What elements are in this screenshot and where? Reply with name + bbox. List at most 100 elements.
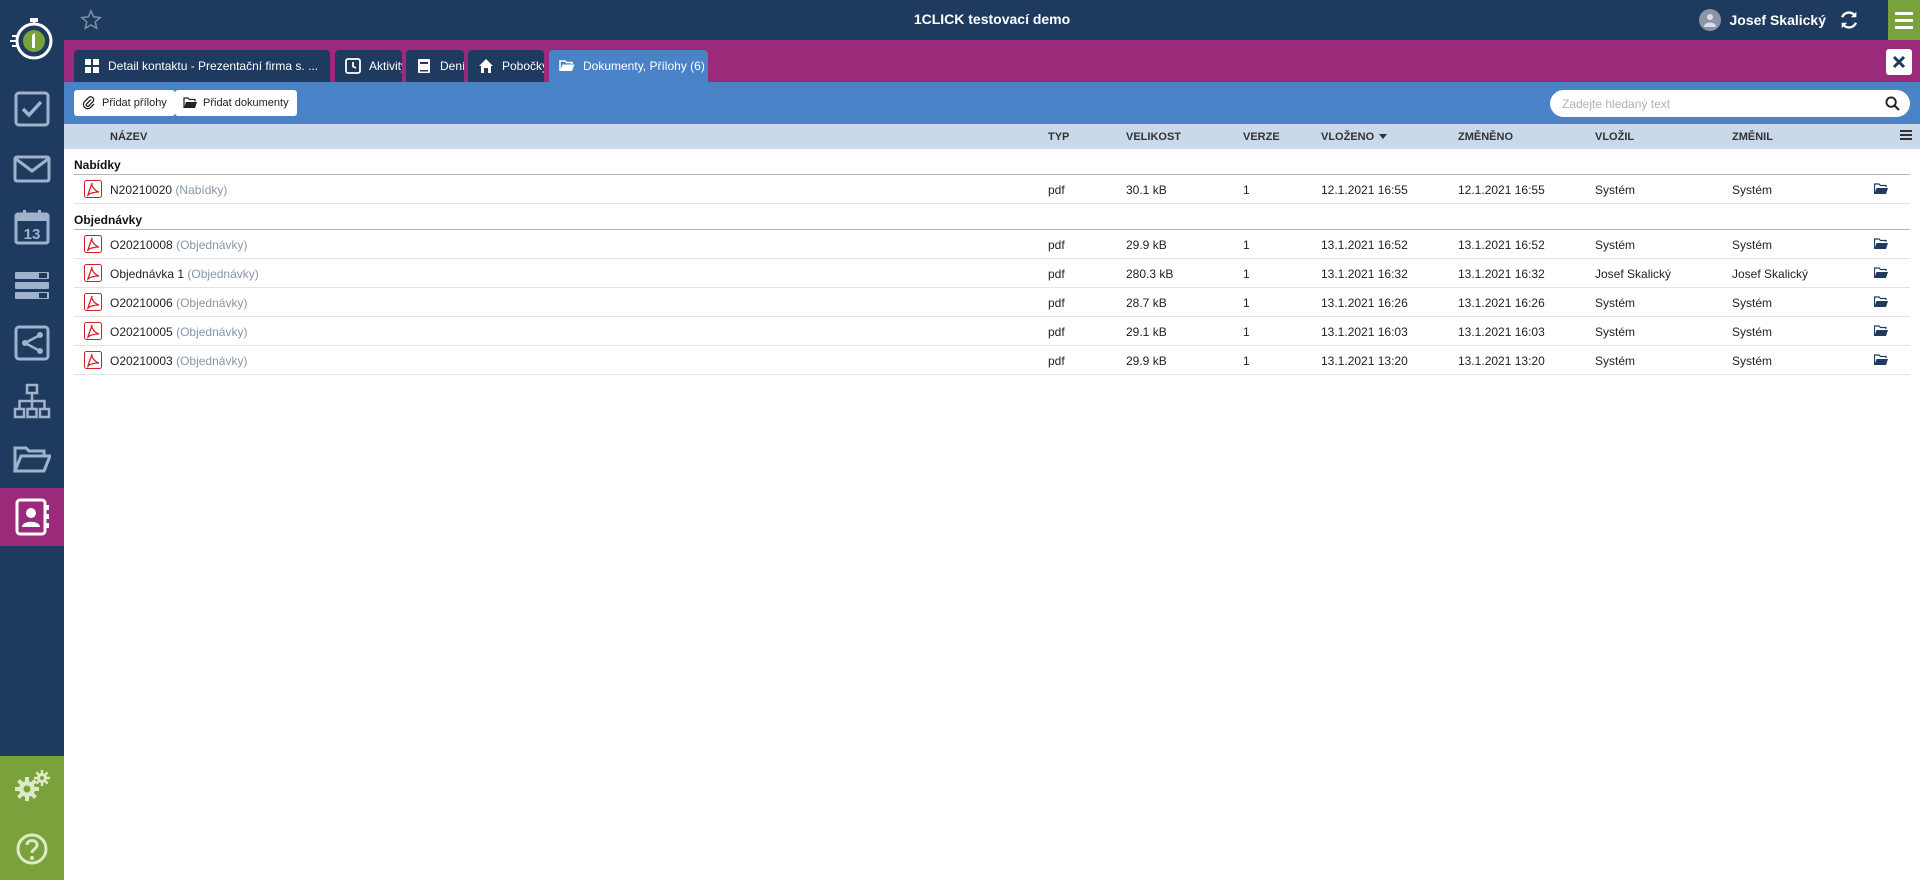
- cell-inserted-by: Josef Skalický: [1595, 267, 1672, 281]
- org-chart-icon: [13, 383, 51, 419]
- avatar-icon: [1704, 14, 1717, 27]
- sidebar-item-org[interactable]: [0, 372, 64, 430]
- add-documents-button[interactable]: Přidat dokumenty: [175, 90, 297, 116]
- table-row[interactable]: O20210006 (Objednávky) pdf 28.7 kB 1 13.…: [74, 288, 1910, 317]
- help-button[interactable]: [0, 820, 64, 878]
- cell-changed-by: Systém: [1732, 354, 1773, 368]
- open-folder-icon[interactable]: [1874, 267, 1888, 279]
- column-menu-icon[interactable]: [1900, 130, 1912, 142]
- open-folder-icon[interactable]: [1874, 354, 1888, 366]
- document-name[interactable]: O20210008 (Objednávky): [110, 238, 247, 252]
- open-folder-icon[interactable]: [1874, 296, 1888, 308]
- group-title: Objednávky: [74, 213, 143, 227]
- document-category: (Objednávky): [176, 325, 248, 339]
- settings-button[interactable]: [0, 758, 64, 816]
- cell-type: pdf: [1048, 296, 1065, 310]
- open-folder-icon[interactable]: [1874, 183, 1888, 195]
- cell-changed-by: Systém: [1732, 325, 1773, 339]
- table-row[interactable]: Objednávka 1 (Objednávky) pdf 280.3 kB 1…: [74, 259, 1910, 288]
- cell-version: 1: [1243, 354, 1250, 368]
- sidebar-item-documents[interactable]: [0, 430, 64, 488]
- sidebar-item-lists[interactable]: [0, 256, 64, 314]
- column-header-changed-by[interactable]: ZMĚNIL: [1732, 131, 1773, 143]
- close-icon: [1892, 55, 1906, 69]
- document-name[interactable]: N20210020 (Nabídky): [110, 183, 227, 197]
- sidebar: 13: [0, 0, 64, 880]
- stopwatch-logo-icon: [10, 18, 53, 60]
- refresh-icon[interactable]: [1838, 9, 1860, 31]
- cell-version: 1: [1243, 296, 1250, 310]
- pdf-icon: [84, 235, 102, 253]
- user-menu[interactable]: Josef Skalický: [1699, 8, 1860, 32]
- cell-inserted-by: Systém: [1595, 325, 1636, 339]
- cell-inserted: 13.1.2021 16:03: [1321, 325, 1408, 339]
- search-input[interactable]: [1562, 90, 1872, 117]
- tab-branches[interactable]: Pobočky: [468, 50, 544, 82]
- document-title: O20210006: [110, 296, 173, 310]
- main-menu-button[interactable]: [1888, 0, 1920, 40]
- open-folder-icon[interactable]: [1874, 325, 1888, 337]
- column-header-version[interactable]: VERZE: [1243, 131, 1280, 143]
- cell-inserted: 12.1.2021 16:55: [1321, 183, 1408, 197]
- folder-icon: [559, 60, 575, 71]
- document-category: (Objednávky): [176, 238, 248, 252]
- open-folder-icon[interactable]: [1874, 238, 1888, 250]
- pdf-icon: [84, 293, 102, 311]
- cell-changed-by: Systém: [1732, 296, 1773, 310]
- column-header-inserted-by[interactable]: VLOŽIL: [1595, 131, 1634, 143]
- sort-desc-icon: [1379, 134, 1388, 139]
- cell-inserted-by: Systém: [1595, 296, 1636, 310]
- cell-changed: 13.1.2021 16:03: [1458, 325, 1545, 339]
- column-header-inserted[interactable]: VLOŽENO: [1321, 131, 1388, 143]
- user-name: Josef Skalický: [1729, 12, 1826, 28]
- tab-bar: Detail kontaktu - Prezentační firma s. .…: [64, 40, 1920, 82]
- document-category: (Objednávky): [187, 267, 259, 281]
- tab-contact-detail[interactable]: Detail kontaktu - Prezentační firma s. .…: [74, 50, 330, 82]
- add-documents-label: Přidat dokumenty: [203, 97, 289, 109]
- cell-inserted-by: Systém: [1595, 238, 1636, 252]
- cell-version: 1: [1243, 238, 1250, 252]
- search-icon[interactable]: [1885, 96, 1900, 111]
- tab-activities[interactable]: Aktivity: [335, 50, 402, 82]
- sidebar-item-tasks[interactable]: [0, 80, 64, 138]
- column-header-type[interactable]: TYP: [1048, 131, 1069, 143]
- cell-type: pdf: [1048, 354, 1065, 368]
- sidebar-item-contacts[interactable]: [0, 488, 64, 546]
- cell-inserted: 13.1.2021 16:32: [1321, 267, 1408, 281]
- pdf-icon: [84, 264, 102, 282]
- tab-journal[interactable]: Deník: [406, 50, 464, 82]
- table-row[interactable]: O20210003 (Objednávky) pdf 29.9 kB 1 13.…: [74, 346, 1910, 375]
- sidebar-item-workflow[interactable]: [0, 314, 64, 372]
- document-name[interactable]: O20210006 (Objednávky): [110, 296, 247, 310]
- cell-changed: 13.1.2021 16:32: [1458, 267, 1545, 281]
- home-icon: [479, 59, 493, 73]
- close-button[interactable]: [1886, 49, 1912, 75]
- document-name[interactable]: O20210005 (Objednávky): [110, 325, 247, 339]
- add-attachments-button[interactable]: Přidat přílohy: [74, 90, 175, 116]
- calendar-icon: 13: [14, 210, 50, 245]
- document-title: O20210003: [110, 354, 173, 368]
- column-header-changed[interactable]: ZMĚNĚNO: [1458, 131, 1513, 143]
- document-name[interactable]: Objednávka 1 (Objednávky): [110, 267, 259, 281]
- folder-open-icon: [183, 97, 197, 108]
- document-title: O20210005: [110, 325, 173, 339]
- column-header-size[interactable]: VELIKOST: [1126, 131, 1181, 143]
- column-header-name[interactable]: NÁZEV: [110, 131, 147, 143]
- table-row[interactable]: N20210020 (Nabídky) pdf 30.1 kB 1 12.1.2…: [74, 175, 1910, 204]
- pdf-icon: [84, 322, 102, 340]
- contact-card-icon: [15, 498, 49, 536]
- cell-changed-by: Systém: [1732, 238, 1773, 252]
- sidebar-item-mail[interactable]: [0, 140, 64, 198]
- table-row[interactable]: O20210008 (Objednávky) pdf 29.9 kB 1 13.…: [74, 230, 1910, 259]
- workflow-icon: [14, 325, 50, 361]
- document-name[interactable]: O20210003 (Objednávky): [110, 354, 247, 368]
- cell-type: pdf: [1048, 325, 1065, 339]
- search-box: [1550, 90, 1910, 117]
- document-title: O20210008: [110, 238, 173, 252]
- app-logo[interactable]: [0, 0, 64, 76]
- top-bar: 1CLICK testovací demo Josef Skalický: [64, 0, 1920, 40]
- cell-changed: 13.1.2021 16:52: [1458, 238, 1545, 252]
- sidebar-item-calendar[interactable]: 13: [0, 198, 64, 256]
- tab-documents[interactable]: Dokumenty, Přílohy (6): [549, 50, 708, 82]
- table-row[interactable]: O20210005 (Objednávky) pdf 29.1 kB 1 13.…: [74, 317, 1910, 346]
